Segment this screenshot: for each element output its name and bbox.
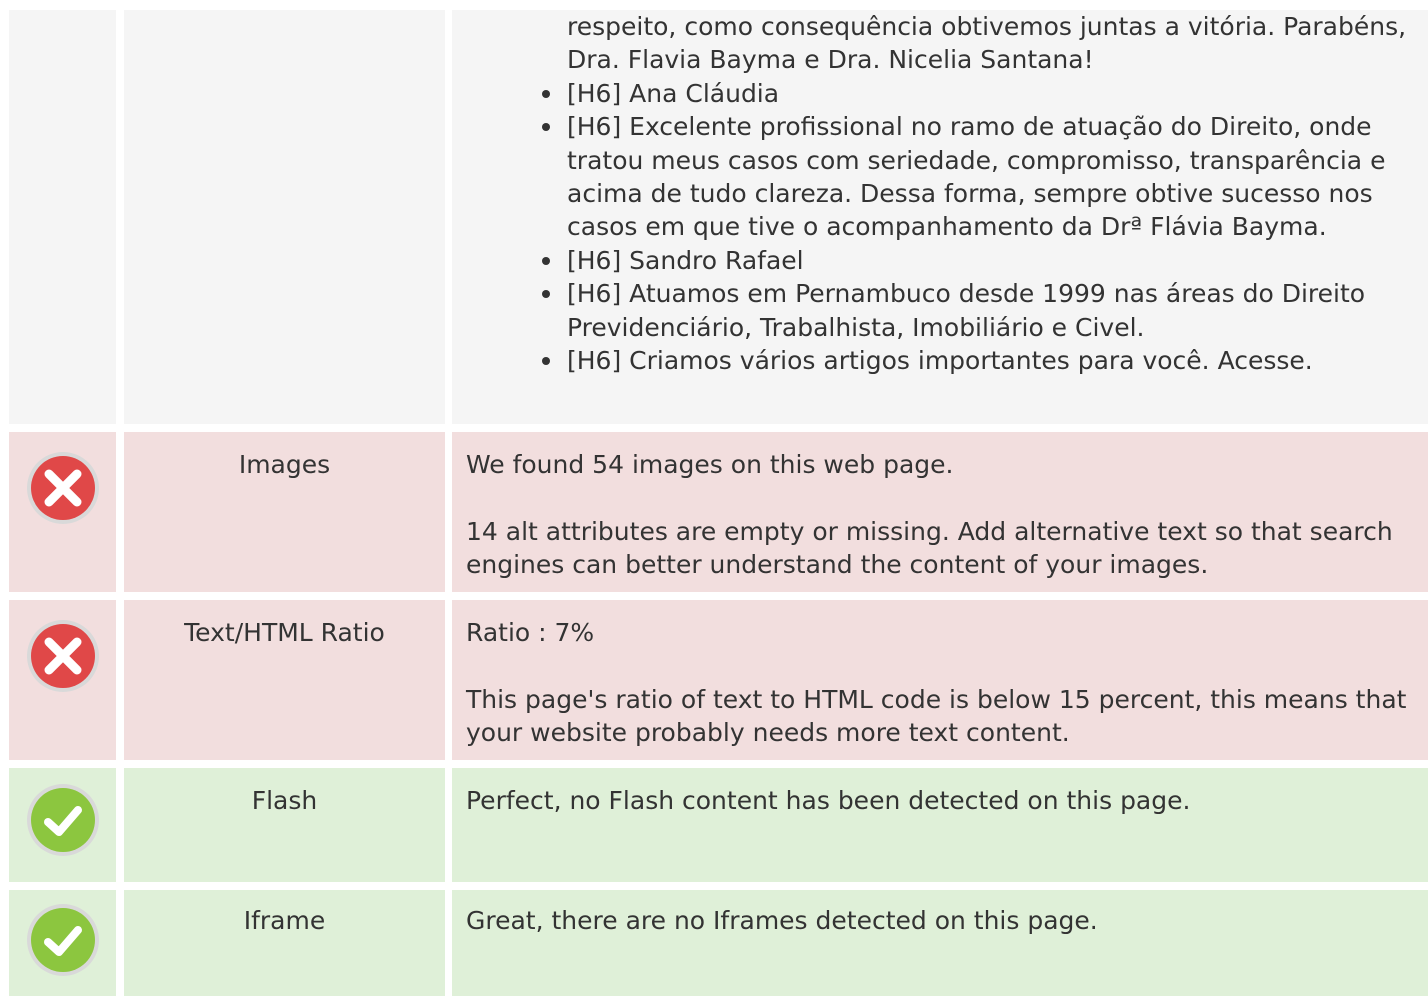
flash-status-cell <box>9 768 116 882</box>
heading-item: [H6] Atuamos em Pernambuco desde 1999 na… <box>542 277 1424 344</box>
check-summary: Ratio : 7% <box>466 618 595 647</box>
iframe-name-cell: Iframe <box>124 890 445 996</box>
images-desc-cell: We found 54 images on this web page. 14 … <box>452 432 1428 592</box>
check-detail: 14 alt attributes are empty or missing. … <box>466 517 1393 579</box>
iframe-desc-cell: Great, there are no Iframes detected on … <box>452 890 1428 996</box>
check-detail: This page's ratio of text to HTML code i… <box>466 685 1407 747</box>
headings-row: respeito, como consequência obtivemos ju… <box>0 10 1428 424</box>
check-summary: We found 54 images on this web page. <box>466 450 954 479</box>
error-x-icon <box>25 618 101 694</box>
flash-name-cell: Flash <box>124 768 445 882</box>
seo-report: respeito, como consequência obtivemos ju… <box>0 0 1428 996</box>
headings-name-cell <box>124 10 445 424</box>
error-x-icon <box>25 450 101 526</box>
success-check-icon <box>25 782 101 858</box>
heading-item: respeito, como consequência obtivemos ju… <box>567 12 1407 75</box>
heading-item: [H6] Sandro Rafael <box>542 244 1424 277</box>
heading-item: [H6] Excelente profissional no ramo de a… <box>542 110 1424 244</box>
images-check-row: Images We found 54 images on this web pa… <box>0 432 1428 592</box>
ratio-name-cell: Text/HTML Ratio <box>124 600 445 760</box>
flash-check-row: Flash Perfect, no Flash content has been… <box>0 768 1428 882</box>
flash-desc-cell: Perfect, no Flash content has been detec… <box>452 768 1428 882</box>
images-name-cell: Images <box>124 432 445 592</box>
check-summary: Perfect, no Flash content has been detec… <box>466 786 1191 815</box>
images-status-cell <box>9 432 116 592</box>
check-summary: Great, there are no Iframes detected on … <box>466 906 1098 935</box>
headings-desc-cell: respeito, como consequência obtivemos ju… <box>452 10 1428 424</box>
check-title: Images <box>238 450 331 479</box>
check-title: Flash <box>251 786 318 815</box>
ratio-desc-cell: Ratio : 7% This page's ratio of text to … <box>452 600 1428 760</box>
ratio-check-row: Text/HTML Ratio Ratio : 7% This page's r… <box>0 600 1428 760</box>
iframe-check-row: Iframe Great, there are no Iframes detec… <box>0 890 1428 996</box>
check-title: Text/HTML Ratio <box>184 618 385 647</box>
heading-item: [H6] Ana Cláudia <box>542 77 1424 110</box>
ratio-status-cell <box>9 600 116 760</box>
headings-list: respeito, como consequência obtivemos ju… <box>452 10 1424 377</box>
check-title: Iframe <box>243 906 326 935</box>
heading-item: [H6] Criamos vários artigos importantes … <box>542 344 1424 377</box>
iframe-status-cell <box>9 890 116 996</box>
success-check-icon <box>25 902 101 978</box>
headings-icon-cell <box>9 10 116 424</box>
